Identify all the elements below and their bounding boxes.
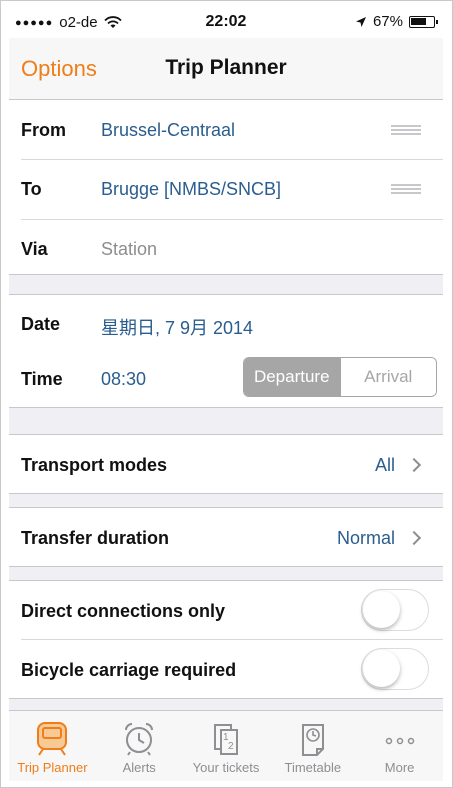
tab-alerts[interactable]: Alerts [96,711,183,781]
section-gap [9,407,443,435]
departure-arrival-control: Departure Arrival [243,357,437,397]
navigation-bar: Options Trip Planner [9,38,443,100]
bicycle-carriage-row: Bicycle carriage required [9,640,443,698]
tab-timetable[interactable]: Timetable [269,711,356,781]
date-row[interactable]: Date 星期日, 7 9月 2014 [9,296,443,351]
via-station-field[interactable]: Station [101,239,157,260]
from-label: From [21,120,66,140]
transport-modes-value: All [374,455,395,475]
transfer-duration-row[interactable]: Transfer duration Normal [9,508,443,566]
section-gap [9,698,443,710]
tab-more[interactable]: More [356,711,443,781]
chevron-right-icon [406,457,422,473]
tab-your-tickets[interactable]: 1 2 Your tickets [183,711,270,781]
timetable-icon [301,724,324,756]
reorder-handle-icon[interactable] [391,184,421,196]
tab-label: Alerts [122,760,156,775]
more-icon [385,737,414,745]
bicycle-carriage-label: Bicycle carriage required [21,660,237,680]
tab-bar: Trip Planner Alerts 1 2 Your tickets Tim… [9,710,443,781]
toggle-knob [363,650,400,687]
transport-modes-row[interactable]: Transport modes All [9,435,443,493]
date-label: Date [21,314,61,334]
transfer-duration-label: Transfer duration [21,528,170,548]
via-label: Via [21,239,48,259]
tab-label: Trip Planner [17,760,88,775]
to-station-field[interactable]: Brugge [NMBS/SNCB] [101,179,281,200]
arrival-segment[interactable]: Arrival [339,358,436,396]
transport-modes-label: Transport modes [21,455,168,475]
reorder-handle-icon[interactable] [391,125,421,137]
tab-label: More [384,760,415,775]
from-station-field[interactable]: Brussel-Centraal [101,120,235,141]
tab-label: Timetable [284,760,342,775]
chevron-right-icon [406,530,422,546]
status-right: 67% [355,13,438,30]
transfer-duration-value: Normal [336,528,395,548]
alarm-clock-icon [125,723,154,756]
from-row[interactable]: From Brussel-Centraal [9,101,443,159]
battery-icon [409,15,438,28]
time-label: Time [21,369,63,389]
to-row[interactable]: To Brugge [NMBS/SNCB] [9,160,443,219]
page-title: Trip Planner [165,56,287,79]
via-row[interactable]: Via Station [9,220,443,274]
device-frame: ●●●●● o2-de 22:02 67% Options Trip Plann… [0,0,453,788]
section-gap [9,274,443,295]
direct-connections-toggle[interactable] [361,589,429,631]
battery-percentage: 67% [372,13,403,30]
screen: ●●●●● o2-de 22:02 67% Options Trip Plann… [9,6,443,781]
toggle-knob [363,591,400,628]
direct-connections-label: Direct connections only [21,601,226,621]
tab-trip-planner[interactable]: Trip Planner [9,711,96,781]
to-label: To [21,179,42,199]
date-field[interactable]: 星期日, 7 9月 2014 [101,314,253,340]
tickets-icon: 1 2 [213,724,238,755]
tab-label: Your tickets [192,760,260,775]
location-arrow-icon [355,16,366,27]
section-gap [9,493,443,508]
bicycle-carriage-toggle[interactable] [361,648,429,690]
direct-connections-row: Direct connections only [9,581,443,639]
departure-segment[interactable]: Departure [244,358,340,396]
time-field[interactable]: 08:30 [101,369,146,390]
train-icon [37,722,68,756]
svg-text:2: 2 [228,741,234,752]
status-bar: ●●●●● o2-de 22:02 67% [9,6,443,38]
section-gap [9,566,443,581]
